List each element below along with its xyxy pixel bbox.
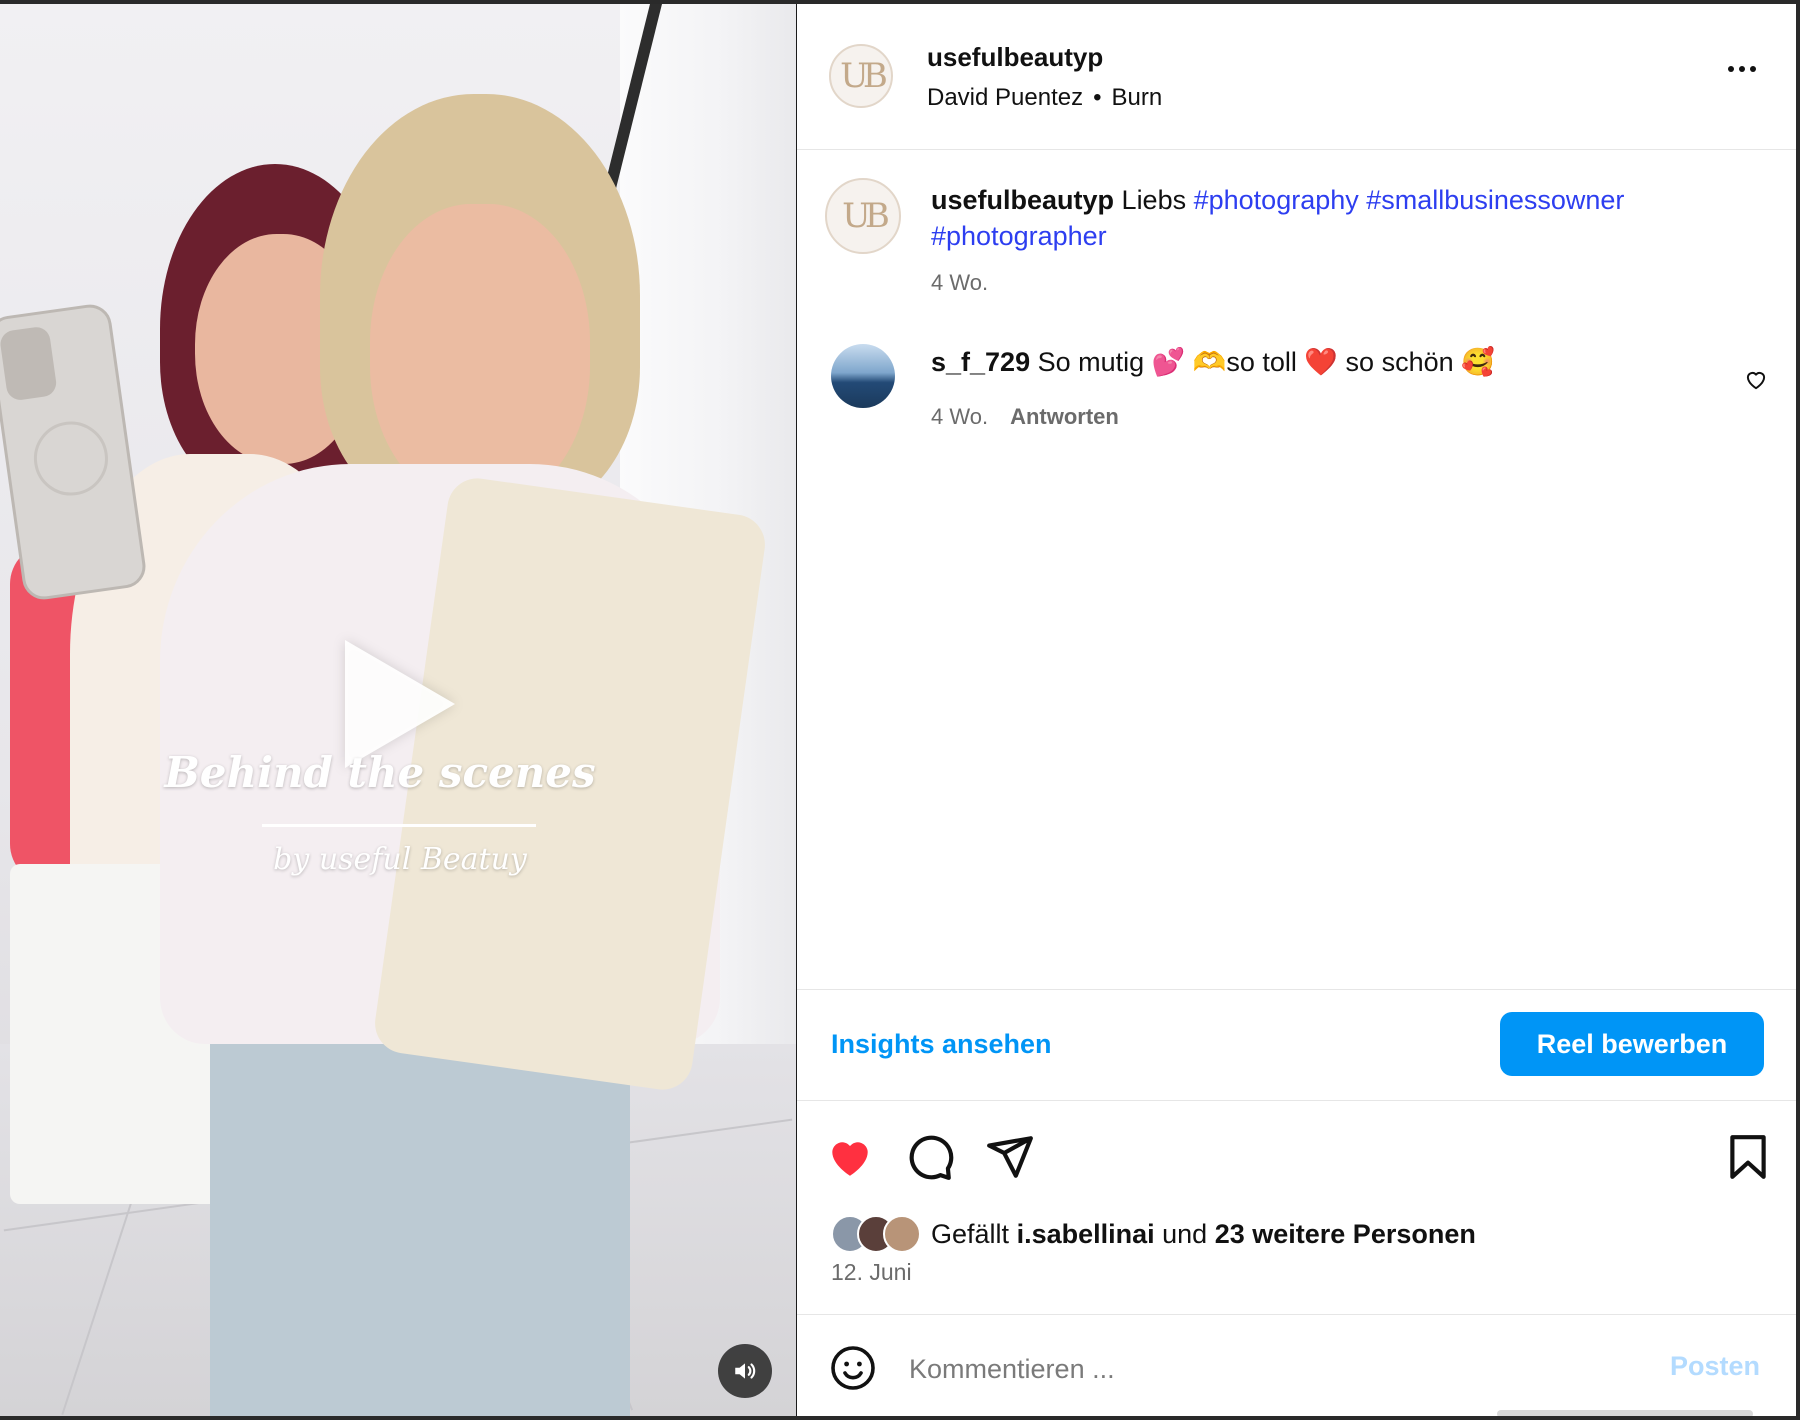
emoji-icon[interactable]	[829, 1344, 877, 1392]
insights-link[interactable]: Insights ansehen	[831, 1029, 1052, 1060]
comment-input[interactable]	[907, 1342, 1611, 1396]
audio-separator: •	[1093, 84, 1102, 111]
sound-toggle-button[interactable]	[718, 1344, 772, 1398]
avatar-monogram: UB	[842, 196, 890, 236]
phone-magsafe-ring	[29, 416, 113, 501]
comment-icon[interactable]	[905, 1132, 955, 1182]
audio-track[interactable]: Burn	[1112, 84, 1163, 111]
author-avatar[interactable]: UB	[829, 44, 893, 108]
overlay-divider	[262, 824, 536, 827]
caption-avatar[interactable]: UB	[825, 178, 901, 254]
comment: s_f_729 So mutig 💕 🫶so toll ❤️ so schön …	[931, 346, 1495, 378]
post-date: 12. Juni	[831, 1259, 912, 1285]
likes-prefix: Gefällt	[931, 1218, 1010, 1249]
caption-time: 4 Wo.	[931, 270, 989, 295]
divider	[797, 989, 1796, 990]
post-details-panel: UB usefulbeautyp David Puentez • Burn UB u…	[797, 4, 1796, 1418]
window-edge	[0, 1416, 1800, 1420]
caption-username[interactable]: usefulbeautyp	[931, 185, 1114, 215]
window-edge	[1796, 0, 1800, 1420]
hashtag-link[interactable]: #photographer	[931, 221, 1107, 251]
caption: usefulbeautyp Liebs #photography #smallb…	[931, 182, 1751, 254]
phone-camera	[0, 325, 58, 402]
comment-text: So mutig 💕 🫶so toll ❤️ so schön 🥰	[1037, 347, 1495, 377]
comment-time: 4 Wo.	[931, 404, 989, 429]
caption-text: Liebs	[1121, 185, 1187, 215]
post-header: UB usefulbeautyp David Puentez • Burn	[797, 4, 1796, 150]
likes-count-link[interactable]: 23 weitere Personen	[1215, 1219, 1476, 1249]
divider	[797, 1100, 1796, 1101]
hashtag-link[interactable]: #smallbusinessowner	[1366, 185, 1624, 215]
send-icon[interactable]	[985, 1132, 1035, 1182]
audio-info: David Puentez • Burn	[927, 84, 1162, 112]
video-overlay-title: Behind the scenes	[164, 748, 596, 797]
comment-username[interactable]: s_f_729	[931, 347, 1030, 377]
divider	[797, 1314, 1796, 1315]
promote-reel-button[interactable]: Reel bewerben	[1500, 1012, 1764, 1076]
reply-button[interactable]: Antworten	[1010, 404, 1119, 429]
likes-text: Gefällt i.sabellinai und 23 weitere Pers…	[931, 1219, 1476, 1250]
heart-filled-icon[interactable]	[825, 1132, 875, 1182]
liker-username[interactable]: i.sabellinai	[1017, 1219, 1155, 1249]
face	[370, 204, 590, 504]
bookmark-icon[interactable]	[1723, 1132, 1773, 1182]
comment-meta: 4 Wo. Antworten	[931, 404, 1119, 430]
liker-avatar[interactable]	[883, 1215, 921, 1253]
more-horizontal-icon[interactable]	[1722, 59, 1762, 79]
audio-artist[interactable]: David Puentez	[927, 84, 1083, 111]
instagram-post-viewer: Behind the scenes by useful Beatuy UB us…	[0, 0, 1800, 1420]
avatar-monogram: UB	[840, 56, 888, 96]
reel-video[interactable]: Behind the scenes by useful Beatuy	[0, 4, 796, 1416]
author-username[interactable]: usefulbeautyp	[927, 42, 1103, 73]
likes-summary: Gefällt i.sabellinai und 23 weitere Pers…	[831, 1212, 1476, 1256]
commenter-avatar[interactable]	[831, 344, 895, 408]
comment-like-icon[interactable]	[1743, 366, 1769, 392]
post-comment-button[interactable]: Posten	[1670, 1351, 1760, 1382]
likes-middle: und	[1162, 1218, 1208, 1249]
speaker-icon	[735, 1363, 756, 1379]
hashtag-link[interactable]: #photography	[1194, 185, 1359, 215]
video-overlay-subtitle: by useful Beatuy	[273, 842, 527, 877]
